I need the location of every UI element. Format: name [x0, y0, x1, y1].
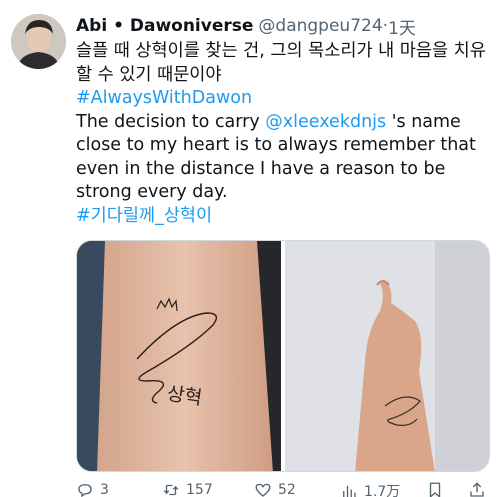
- tweet-actions: 3 157 52 1.7万: [76, 481, 490, 497]
- analytics-icon: [343, 485, 356, 497]
- english-paragraph: The decision to carry @xleexekdnjs 's na…: [76, 111, 494, 205]
- reply-count: 3: [100, 482, 109, 497]
- share-icon: [470, 482, 484, 497]
- hashtag-korean[interactable]: #기다릴께_상혁이: [76, 206, 212, 226]
- text-before-mention: The decision to carry: [76, 111, 266, 132]
- finger-heart-image: [285, 241, 489, 471]
- retweet-count: 157: [186, 482, 213, 497]
- views-button[interactable]: 1.7万: [340, 481, 400, 497]
- media-grid: 상혁: [76, 240, 490, 472]
- photo-finger-heart[interactable]: [285, 241, 489, 471]
- reply-button[interactable]: 3: [76, 481, 109, 497]
- view-count: 1.7万: [364, 484, 401, 497]
- bookmark-button[interactable]: [426, 481, 450, 497]
- reply-icon: [78, 484, 92, 497]
- photo-tattoo-closeup[interactable]: 상혁: [77, 241, 281, 471]
- heart-icon: [255, 483, 271, 497]
- display-name[interactable]: Abi • Dawoniverse: [76, 16, 253, 36]
- like-button[interactable]: 52: [254, 481, 296, 497]
- retweet-icon: [163, 484, 179, 496]
- timestamp[interactable]: 1天: [388, 14, 416, 39]
- tweet-text: 슬플 때 상혁이를 찾는 건, 그의 목소리가 내 마음을 치유할 수 있기 때…: [76, 40, 494, 228]
- user-handle[interactable]: @dangpeu724: [258, 16, 382, 36]
- bookmark-icon: [429, 482, 441, 497]
- korean-line: 슬플 때 상혁이를 찾는 건, 그의 목소리가 내 마음을 치유할 수 있기 때…: [76, 41, 486, 85]
- tattoo-closeup-image: 상혁: [77, 241, 281, 471]
- retweet-button[interactable]: 157: [162, 481, 213, 497]
- tweet[interactable]: Abi • Dawoniverse @dangpeu724 · 1天 슬플 때 …: [0, 0, 500, 497]
- tweet-header: Abi • Dawoniverse @dangpeu724 · 1天: [76, 14, 416, 39]
- avatar-image: [11, 14, 66, 69]
- avatar[interactable]: [11, 14, 66, 69]
- like-count: 52: [278, 482, 296, 497]
- mention-link[interactable]: @xleexekdnjs: [265, 112, 386, 132]
- share-button[interactable]: [468, 481, 492, 497]
- hashtag-alwayswithdawon[interactable]: #AlwaysWithDawon: [76, 88, 252, 108]
